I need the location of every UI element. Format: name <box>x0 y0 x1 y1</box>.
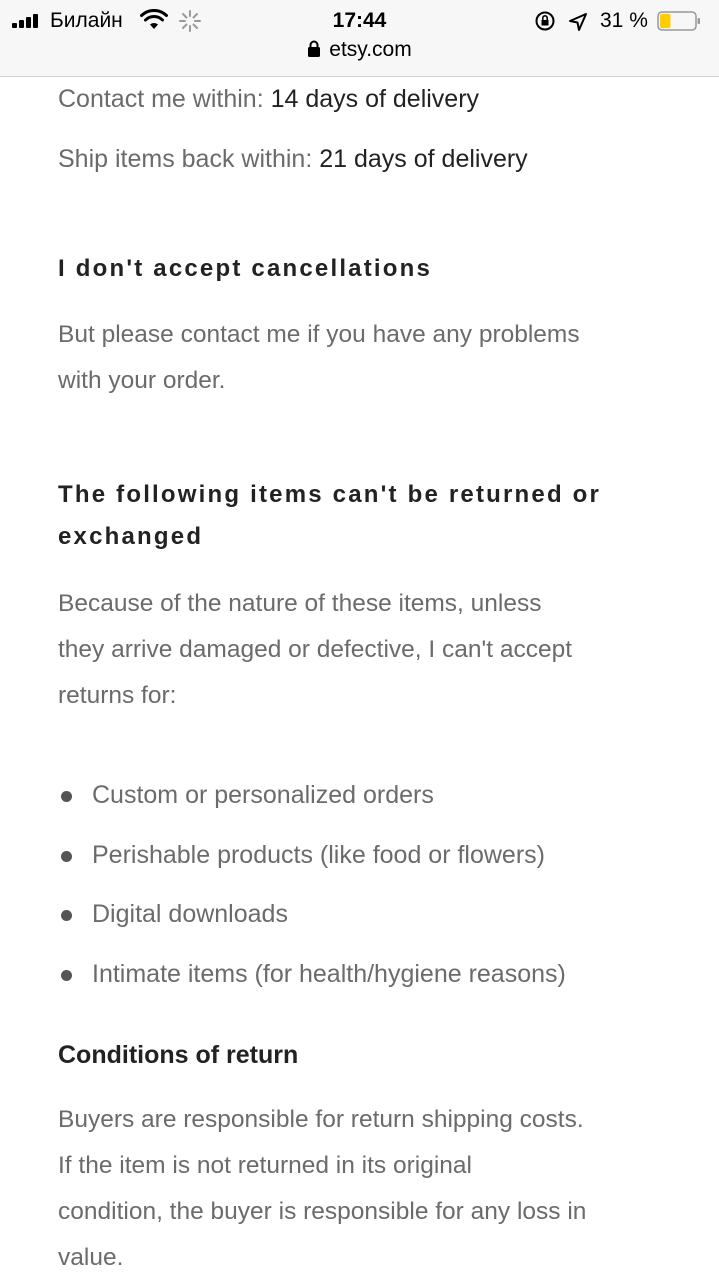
ship-back-row: Ship items back within: 21 days of deliv… <box>58 136 528 182</box>
list-item: Digital downloads <box>58 891 698 951</box>
non-returnable-line-3: returns for: <box>58 682 177 709</box>
list-item: Perishable products (like food or flower… <box>58 832 698 892</box>
location-arrow-icon <box>569 13 587 31</box>
battery-percentage: 31 % <box>600 9 648 32</box>
list-item: Intimate items (for health/hygiene reaso… <box>58 951 698 1011</box>
url-text: etsy.com <box>329 38 412 61</box>
conditions-line-2: If the item is not returned in its origi… <box>58 1152 472 1179</box>
browser-top-bar: Билайн 17:44 31 % etsy.com <box>0 0 719 77</box>
list-item-text: Perishable products (like food or flower… <box>92 840 545 869</box>
bullet-icon <box>61 969 72 981</box>
bullet-icon <box>61 791 72 802</box>
rotation-lock-icon <box>535 11 555 31</box>
ship-back-value: 21 days of delivery <box>319 145 528 173</box>
bullet-icon <box>61 850 72 862</box>
non-returnable-heading-line-1: The following items can't be returned or <box>58 481 602 508</box>
ship-back-label: Ship items back within: <box>58 145 313 173</box>
address-bar[interactable]: etsy.com <box>0 38 719 68</box>
non-returnable-heading-line-2: exchanged <box>58 523 204 550</box>
contact-within-label: Contact me within: <box>58 85 264 113</box>
status-bar: Билайн 17:44 31 % <box>0 4 719 38</box>
battery-icon <box>657 11 700 31</box>
conditions-line-3: condition, the buyer is responsible for … <box>58 1198 587 1225</box>
cancellations-line-2: with your order. <box>58 367 226 394</box>
conditions-line-1: Buyers are responsible for return shippi… <box>58 1106 584 1133</box>
bullet-icon <box>61 910 72 921</box>
non-returnable-items-list: Custom or personalized orders Perishable… <box>58 772 698 1010</box>
conditions-heading: Conditions of return <box>58 1041 299 1069</box>
non-returnable-line-1: Because of the nature of these items, un… <box>58 590 542 617</box>
list-item-text: Digital downloads <box>92 900 288 928</box>
cancellations-line-1: But please contact me if you have any pr… <box>58 321 580 348</box>
list-item: Custom or personalized orders <box>58 772 698 832</box>
non-returnable-line-2: they arrive damaged or defective, I can'… <box>58 636 573 663</box>
padlock-icon <box>308 40 321 57</box>
list-item-text: Custom or personalized orders <box>92 781 434 809</box>
conditions-line-4: value. <box>58 1244 124 1271</box>
contact-within-value: 14 days of delivery <box>270 85 480 113</box>
list-item-text: Intimate items (for health/hygiene reaso… <box>92 959 566 988</box>
cancellations-heading: I don't accept cancellations <box>58 255 433 282</box>
contact-within-row: Contact me within: 14 days of delivery <box>58 76 479 122</box>
